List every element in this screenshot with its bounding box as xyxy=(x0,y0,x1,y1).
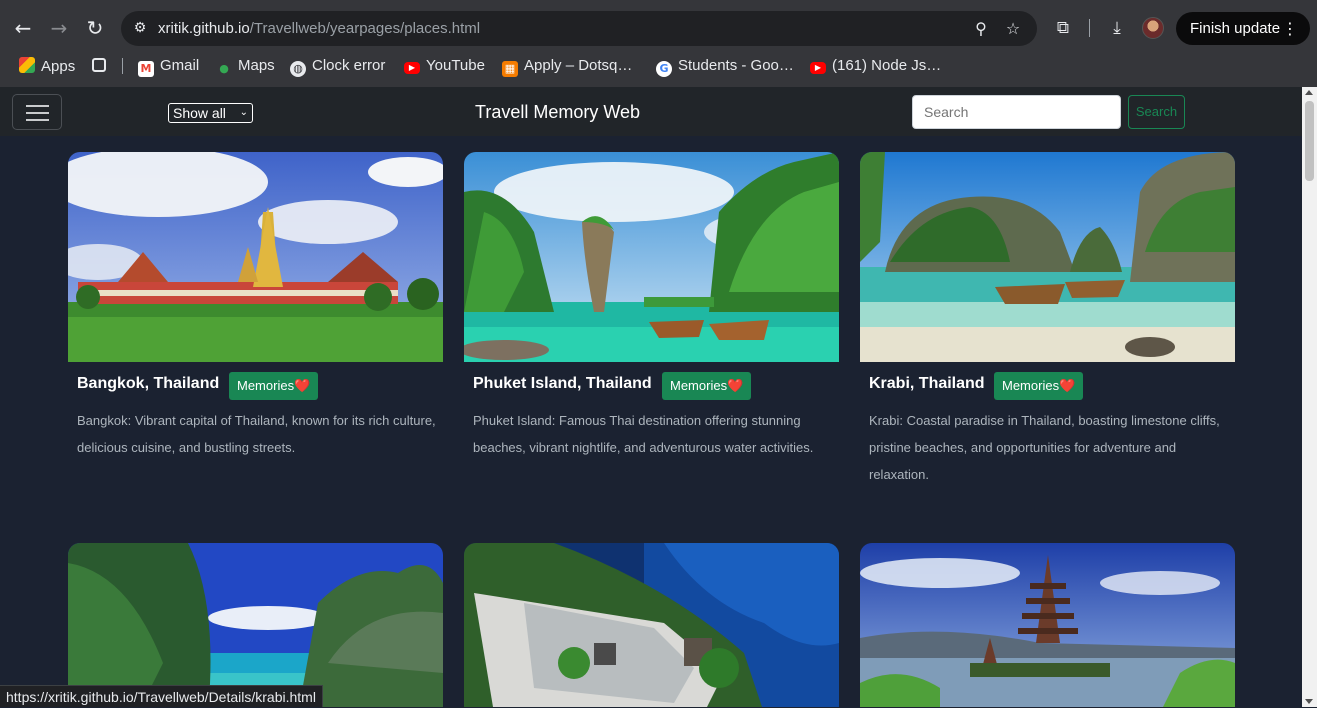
chevron-down-icon: ⌄ xyxy=(239,107,248,118)
link-status-tooltip: https://xritik.github.io/Travellweb/Deta… xyxy=(0,685,323,707)
memories-button[interactable]: Memories❤️ xyxy=(662,372,752,400)
card-description: Phuket Island: Famous Thai destination o… xyxy=(473,413,814,455)
hamburger-icon xyxy=(26,119,49,121)
back-arrow-icon[interactable]: ← xyxy=(7,12,39,44)
card-description: Bangkok: Vibrant capital of Thailand, kn… xyxy=(77,413,436,455)
page-scrollbar[interactable] xyxy=(1302,87,1317,707)
bookmark-label: Students - Goo… xyxy=(678,57,794,74)
filter-selected-value: Show all xyxy=(173,105,226,121)
more-menu-icon[interactable]: ⋮ xyxy=(1282,12,1298,45)
menu-toggle-button[interactable] xyxy=(12,94,62,130)
bookmark-apps[interactable]: Apps xyxy=(19,57,75,75)
download-icon[interactable]: ⤓ xyxy=(1105,16,1129,40)
google-icon: G xyxy=(656,61,672,77)
gmail-icon: M xyxy=(138,61,154,77)
toolbar-divider xyxy=(1089,19,1090,37)
maps-pin-icon: ● xyxy=(219,62,229,75)
globe-icon: ◍ xyxy=(290,61,306,77)
bangkok-image[interactable] xyxy=(68,152,443,362)
apps-grid-icon xyxy=(19,57,35,73)
hamburger-icon xyxy=(26,105,49,107)
youtube-icon: ▶ xyxy=(810,62,826,74)
profile-avatar[interactable] xyxy=(1142,17,1164,39)
bali-temple-image[interactable] xyxy=(860,543,1235,707)
bookmark-clock-error[interactable]: ◍ Clock error xyxy=(290,57,386,77)
reload-icon[interactable]: ↻ xyxy=(79,12,111,44)
search-input[interactable] xyxy=(912,95,1121,129)
card-title: Bangkok, Thailand xyxy=(77,375,220,392)
site-navbar: Show all ⌄ Travell Memory Web Search xyxy=(0,87,1302,136)
browser-toolbar: ← → ↻ ⚙ xritik.github.io/Travellweb/year… xyxy=(0,0,1317,57)
card-title: Phuket Island, Thailand xyxy=(473,375,652,392)
forward-arrow-icon[interactable]: → xyxy=(43,12,75,44)
bali-cliff-image[interactable] xyxy=(464,543,839,707)
dotsquares-icon: ▦ xyxy=(502,61,518,77)
scrollbar-thumb[interactable] xyxy=(1305,101,1314,181)
address-bar[interactable]: ⚙ xritik.github.io/Travellweb/yearpages/… xyxy=(121,11,1037,46)
bookmark-label: Apps xyxy=(41,58,76,75)
card-title: Krabi, Thailand xyxy=(869,375,985,392)
bookmark-label: Maps xyxy=(238,57,275,74)
url-text[interactable]: xritik.github.io/Travellweb/yearpages/pl… xyxy=(158,20,480,37)
bookmark-label: Clock error xyxy=(312,57,386,74)
bookmark-node-js[interactable]: ▶ (161) Node Js… xyxy=(810,57,941,75)
scroll-down-arrow-icon[interactable] xyxy=(1305,699,1313,704)
site-info-icon[interactable]: ⚙ xyxy=(131,19,149,37)
memories-button[interactable]: Memories❤️ xyxy=(229,372,319,400)
finish-update-button[interactable]: Finish update ⋮ xyxy=(1176,12,1310,45)
grid-icon xyxy=(92,58,106,72)
finish-update-label: Finish update xyxy=(1190,20,1281,37)
phi-phi-image[interactable] xyxy=(68,543,443,707)
browser-chrome: ← → ↻ ⚙ xritik.github.io/Travellweb/year… xyxy=(0,0,1317,87)
memories-button[interactable]: Memories❤️ xyxy=(994,372,1084,400)
krabi-image[interactable] xyxy=(860,152,1235,362)
bookmarks-divider xyxy=(122,58,123,74)
url-host: xritik.github.io xyxy=(158,20,250,37)
bookmark-students[interactable]: G Students - Goo… xyxy=(656,57,794,77)
bookmark-dotsquares[interactable]: ▦ Apply – Dotsq… xyxy=(502,57,633,77)
bookmark-gmail[interactable]: M Gmail xyxy=(138,57,200,77)
card-description: Krabi: Coastal paradise in Thailand, boa… xyxy=(869,413,1220,482)
bookmark-label: (161) Node Js… xyxy=(832,57,942,74)
bookmark-star-icon[interactable]: ☆ xyxy=(1002,18,1024,40)
phuket-image[interactable] xyxy=(464,152,839,362)
bookmarks-bar: Apps M Gmail ● Maps ◍ Clock error ▶ YouTube … xyxy=(0,57,1317,87)
bookmark-maps[interactable]: ● Maps xyxy=(216,57,275,75)
youtube-icon: ▶ xyxy=(404,62,420,74)
scroll-up-arrow-icon[interactable] xyxy=(1305,90,1313,95)
web-page: Show all ⌄ Travell Memory Web Search Sea… xyxy=(0,87,1302,707)
bookmark-label: Apply – Dotsq… xyxy=(524,57,633,74)
url-path: /Travellweb/yearpages/places.html xyxy=(249,20,481,37)
site-brand[interactable]: Travell Memory Web xyxy=(475,102,640,123)
extensions-puzzle-icon[interactable]: ⧉ xyxy=(1051,16,1075,40)
bookmark-label: Gmail xyxy=(160,57,200,74)
bookmark-youtube[interactable]: ▶ YouTube xyxy=(404,57,485,75)
filter-select[interactable]: Show all ⌄ xyxy=(168,103,253,123)
bookmark-label: YouTube xyxy=(426,57,485,74)
hamburger-icon xyxy=(26,112,49,114)
search-button[interactable]: Search xyxy=(1128,95,1185,129)
bookmark-grid[interactable] xyxy=(92,57,112,75)
zoom-icon[interactable]: ⚲ xyxy=(970,18,992,40)
